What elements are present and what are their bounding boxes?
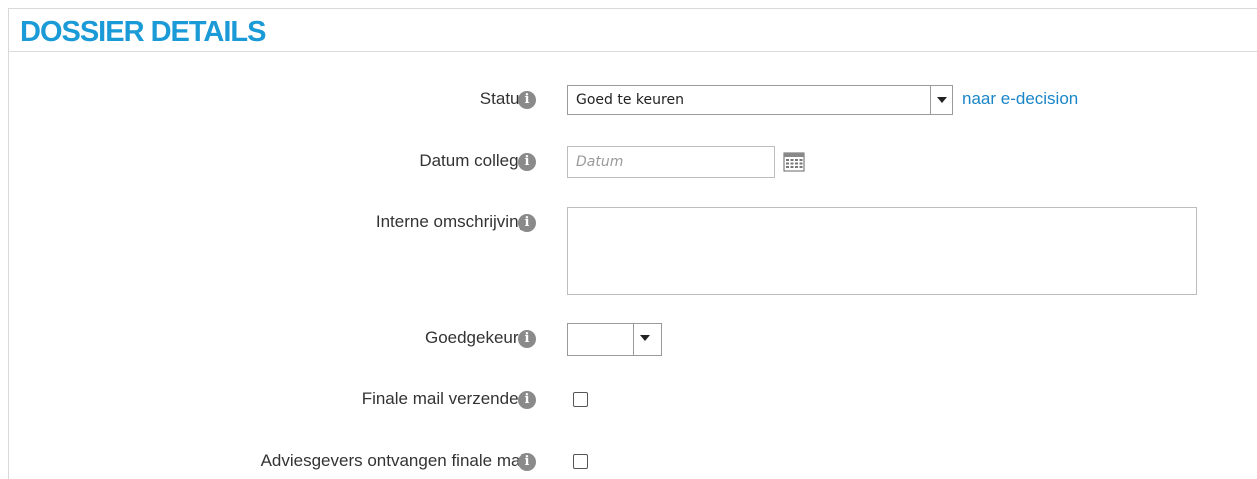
goedgekeurd-select[interactable] xyxy=(567,323,662,356)
panel-title: DOSSIER DETAILS xyxy=(20,16,266,48)
finale-mail-verzenden-checkbox[interactable] xyxy=(573,392,588,407)
panel-header: DOSSIER DETAILS xyxy=(9,9,1257,52)
adviesgevers-finale-mail-info-icon[interactable]: i xyxy=(518,453,536,471)
interne-omschrijving-info-icon[interactable]: i xyxy=(518,214,536,232)
finale-mail-verzenden-info-icon[interactable]: i xyxy=(518,391,536,409)
status-select[interactable]: Goed te keuren xyxy=(567,85,953,115)
datum-college-placeholder: Datum xyxy=(576,154,624,170)
dossier-details-panel: DOSSIER DETAILS Status i Goed te keuren … xyxy=(8,8,1257,479)
interne-omschrijving-textarea[interactable] xyxy=(567,207,1197,295)
datum-college-input[interactable]: Datum xyxy=(567,146,775,178)
goedgekeurd-label: Goedgekeurd xyxy=(424,328,528,347)
interne-omschrijving-label: Interne omschrijving xyxy=(375,212,528,231)
chevron-down-icon[interactable] xyxy=(930,86,952,114)
naar-e-decision-link[interactable]: naar e-decision xyxy=(962,89,1078,109)
adviesgevers-finale-mail-checkbox[interactable] xyxy=(573,454,588,469)
chevron-down-icon[interactable] xyxy=(633,324,661,355)
datum-college-info-icon[interactable]: i xyxy=(518,153,536,171)
status-select-value: Goed te keuren xyxy=(576,92,684,108)
finale-mail-verzenden-label: Finale mail verzenden xyxy=(361,389,528,408)
status-info-icon[interactable]: i xyxy=(518,91,536,109)
calendar-icon[interactable] xyxy=(783,152,805,172)
adviesgevers-finale-mail-label: Adviesgevers ontvangen finale mail xyxy=(260,451,528,470)
goedgekeurd-info-icon[interactable]: i xyxy=(518,330,536,348)
datum-college-label: Datum college xyxy=(419,151,528,170)
